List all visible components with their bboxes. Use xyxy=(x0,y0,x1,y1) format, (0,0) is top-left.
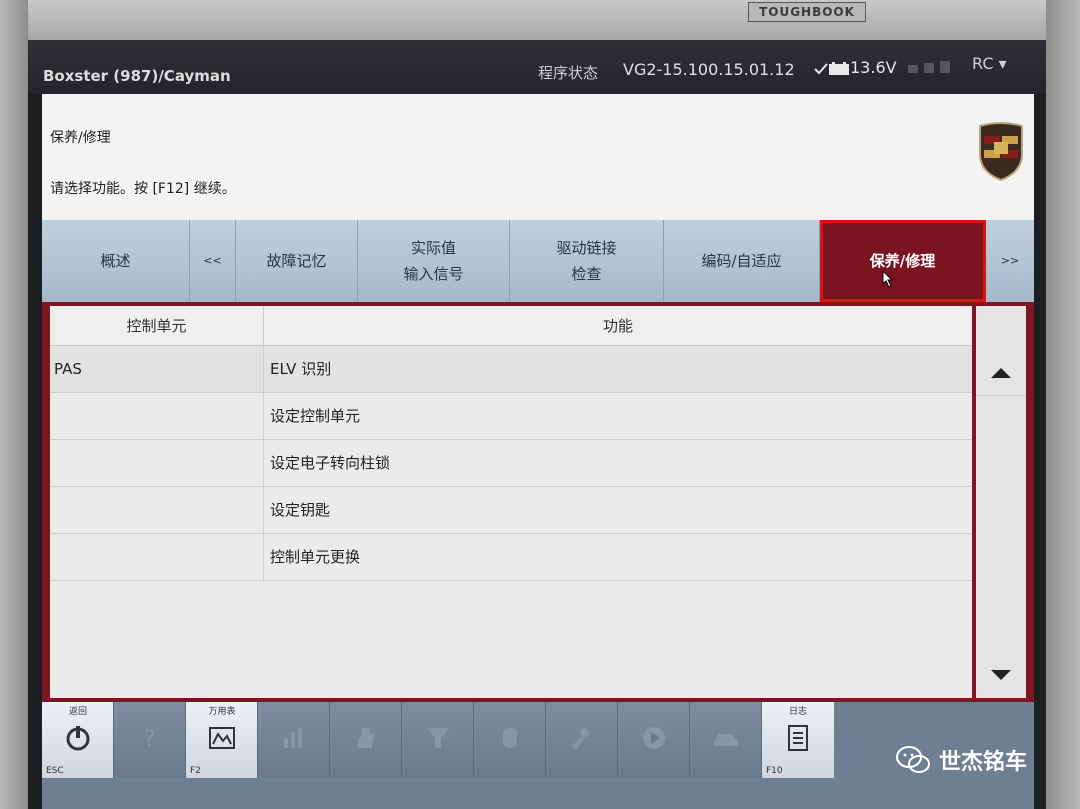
tab-label: 保养/修理 xyxy=(869,252,936,270)
table-row[interactable]: PAS ELV 识别 xyxy=(50,346,972,393)
tab-label: 概述 xyxy=(100,252,131,270)
hand-icon xyxy=(358,728,374,748)
tool-fkey: F2 xyxy=(190,766,201,776)
row-function: 设定电子转向柱锁 xyxy=(264,440,972,487)
laptop-bezel-left xyxy=(0,0,28,809)
column-header-function: 功能 xyxy=(602,317,633,335)
row-function: 设定控制单元 xyxy=(264,393,972,440)
tab-drive-links[interactable]: 驱动链接 检查 xyxy=(510,220,664,302)
header-panel: 保养/修理 请选择功能。按 [F12] 继续。 xyxy=(42,94,1034,220)
battery-voltage: 13.6V xyxy=(850,58,897,77)
breadcrumb: 保养/修理 xyxy=(50,130,111,146)
watermark-text: 世杰铭车 xyxy=(939,750,1028,775)
tab-scroll-left[interactable]: << xyxy=(190,220,236,302)
tab-scroll-right[interactable]: >> xyxy=(986,220,1034,302)
porsche-crest-icon xyxy=(979,122,1023,182)
filter-icon xyxy=(427,728,449,748)
arrow-up-icon xyxy=(991,368,1011,378)
function-table: 控制单元 功能 PAS ELV 识别 设定控制单元 设定电子转向柱锁 设定钥匙 xyxy=(50,306,972,698)
tool-label: 日志 xyxy=(788,707,807,717)
help-icon: ? xyxy=(144,727,156,752)
table-row[interactable]: 设定电子转向柱锁 xyxy=(50,440,972,487)
instruction-text: 请选择功能。按 [F12] 继续。 xyxy=(50,181,236,197)
tab-overview[interactable]: 概述 xyxy=(42,220,190,302)
play-icon xyxy=(643,727,665,749)
tab-label: 故障记忆 xyxy=(266,252,327,270)
tool-fkey: ESC xyxy=(46,766,64,776)
tab-label: 驱动链接 xyxy=(556,239,617,257)
rc-menu[interactable]: RC ▾ xyxy=(972,54,1007,73)
bottom-toolbar: 返回 ESC ? 万用表 F2 日志 F10 xyxy=(42,702,1034,809)
tool-button[interactable] xyxy=(474,702,546,778)
scrollbar[interactable] xyxy=(976,306,1026,698)
car-icon xyxy=(714,734,738,746)
screen: Boxster (987)/Cayman 程序状态 VG2-15.100.15.… xyxy=(28,40,1046,809)
car-button[interactable] xyxy=(690,702,762,778)
tab-label: 实际值 xyxy=(410,239,456,257)
table-row[interactable]: 设定钥匙 xyxy=(50,487,972,534)
tool-icon xyxy=(503,728,517,748)
wrench-icon xyxy=(572,728,590,750)
filter-button[interactable] xyxy=(402,702,474,778)
tab-label: 编码/自适应 xyxy=(701,252,782,270)
row-control-unit xyxy=(50,440,264,487)
software-version: VG2-15.100.15.01.12 xyxy=(623,60,795,79)
tab-actual-values[interactable]: 实际值 输入信号 xyxy=(358,220,510,302)
program-status-label: 程序状态 xyxy=(538,64,599,82)
table-row[interactable]: 设定控制单元 xyxy=(50,393,972,440)
battery-icon xyxy=(814,62,849,75)
chart-button[interactable] xyxy=(258,702,330,778)
log-icon xyxy=(788,725,808,751)
laptop-bezel-top: TOUGHBOOK xyxy=(0,0,1080,40)
tool-fkey: F10 xyxy=(766,766,783,776)
help-button[interactable]: ? xyxy=(114,702,186,778)
signal-icon xyxy=(908,61,950,73)
tab-label: << xyxy=(203,254,222,267)
play-button[interactable] xyxy=(618,702,690,778)
log-button[interactable]: 日志 F10 xyxy=(762,702,834,778)
tab-label-line2: 输入信号 xyxy=(403,265,464,283)
chart-icon xyxy=(284,728,302,748)
tab-fault-memory[interactable]: 故障记忆 xyxy=(236,220,358,302)
row-control-unit xyxy=(50,534,264,581)
row-control-unit xyxy=(50,487,264,534)
tool-label: 万用表 xyxy=(208,707,236,717)
scroll-down-button[interactable] xyxy=(976,654,1026,698)
wrench-button[interactable] xyxy=(546,702,618,778)
watermark: 世杰铭车 xyxy=(895,738,1027,782)
row-control-unit: PAS xyxy=(50,346,264,393)
main-panel: 控制单元 功能 PAS ELV 识别 设定控制单元 设定电子转向柱锁 设定钥匙 xyxy=(42,302,1034,702)
wechat-icon xyxy=(896,746,930,773)
row-function: 设定钥匙 xyxy=(264,487,972,534)
tab-coding-adaptation[interactable]: 编码/自适应 xyxy=(664,220,820,302)
row-function: ELV 识别 xyxy=(264,346,972,393)
tool-label: 返回 xyxy=(68,707,87,717)
arrow-down-icon xyxy=(991,670,1011,680)
row-control-unit xyxy=(50,393,264,440)
tab-bar: 概述 << 故障记忆 实际值 输入信号 驱动链接 检查 编码/自适应 保养/修理… xyxy=(42,220,1034,302)
row-function: 控制单元更换 xyxy=(264,534,972,581)
column-header-control-unit: 控制单元 xyxy=(50,306,264,346)
laptop-bezel-right xyxy=(1046,0,1080,809)
title-bar: Boxster (987)/Cayman 程序状态 VG2-15.100.15.… xyxy=(28,40,1046,94)
tab-label-line2: 检查 xyxy=(571,265,602,283)
device-brand-label: TOUGHBOOK xyxy=(748,2,866,22)
svg-text:?: ? xyxy=(144,727,156,752)
power-icon xyxy=(66,726,90,751)
tab-maintenance-repair[interactable]: 保养/修理 xyxy=(820,220,986,302)
back-button[interactable]: 返回 ESC xyxy=(42,702,114,778)
hand-button[interactable] xyxy=(330,702,402,778)
table-row[interactable]: 控制单元更换 xyxy=(50,534,972,581)
tab-label: >> xyxy=(1000,254,1020,267)
mouse-cursor-icon xyxy=(882,270,894,288)
vehicle-model: Boxster (987)/Cayman xyxy=(43,67,231,85)
multimeter-button[interactable]: 万用表 F2 xyxy=(186,702,258,778)
scroll-up-button[interactable] xyxy=(976,348,1026,396)
multimeter-icon xyxy=(209,727,235,749)
table-header: 控制单元 功能 xyxy=(50,306,972,346)
